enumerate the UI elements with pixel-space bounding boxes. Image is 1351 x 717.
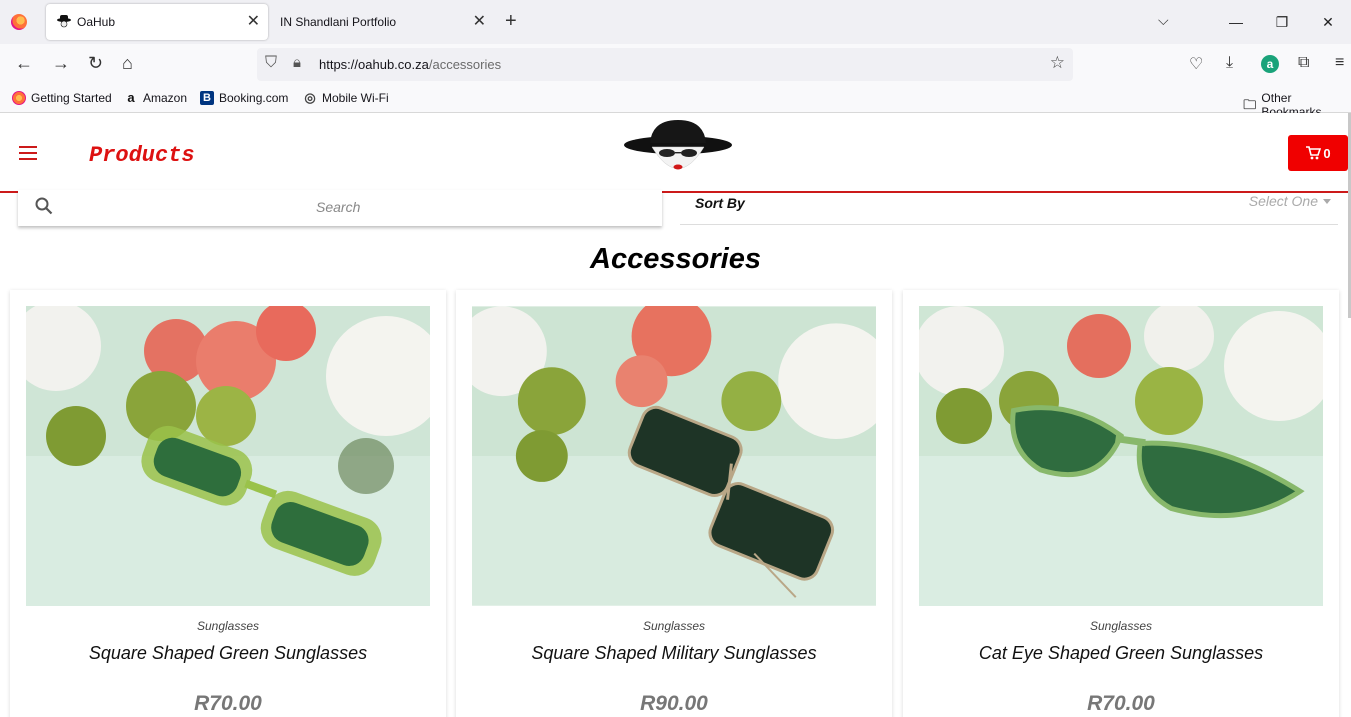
product-card[interactable]: Sunglasses Square Shaped Green Sunglasse… (10, 290, 446, 717)
site-page: Products 0 Search Sort By Select One Acc… (0, 113, 1351, 717)
url-host: https://oahub.co.za (319, 57, 429, 72)
cart-button[interactable]: 0 (1288, 135, 1348, 171)
app-menu-icon[interactable]: ≡ (1335, 54, 1344, 72)
extension-a-icon[interactable]: a (1261, 55, 1279, 73)
product-price: R90.00 (640, 692, 708, 715)
browser-chrome: OaHub ✕ IN Shandlani Portfolio ✕ + ⌵ — ❐… (0, 0, 1351, 119)
globe-icon: ◎ (304, 90, 316, 105)
close-window-icon[interactable]: ✕ (1305, 0, 1351, 44)
brand-title[interactable]: Products (89, 143, 195, 168)
product-name[interactable]: Square Shaped Military Sunglasses (456, 643, 892, 664)
bookmark-label: Getting Started (31, 91, 112, 105)
booking-icon: B (200, 91, 214, 105)
hamburger-menu-icon[interactable] (19, 146, 37, 160)
new-tab-icon[interactable]: + (505, 10, 517, 33)
product-price: R70.00 (1087, 692, 1155, 715)
address-bar[interactable]: ⛉ 🔒︎ https://oahub.co.za/accessories ☆ (257, 48, 1073, 81)
product-price: R70.00 (194, 692, 262, 715)
bookmark-label: Booking.com (219, 91, 289, 105)
forward-arrow-icon[interactable]: → (52, 53, 70, 74)
search-placeholder: Search (316, 199, 361, 215)
home-icon[interactable]: ⌂ (122, 53, 133, 74)
tab-label: OaHub (77, 15, 116, 29)
shield-icon[interactable]: ⛉ (265, 54, 277, 72)
download-icon[interactable]: ⤓ (1226, 54, 1233, 72)
folder-icon: 🗀︎ (1243, 97, 1257, 112)
search-icon (35, 197, 53, 215)
bookmark-mobile-wifi[interactable]: ◎ Mobile Wi-Fi (303, 90, 389, 106)
cart-count: 0 (1323, 145, 1331, 161)
oahub-favicon-icon (57, 15, 71, 28)
product-image[interactable] (26, 306, 430, 606)
sort-control: Sort By Select One (680, 190, 1338, 225)
lock-icon[interactable]: 🔒︎ (293, 54, 301, 71)
search-input[interactable]: Search (18, 190, 662, 226)
amazon-icon: a (127, 90, 135, 105)
firefox-icon (12, 91, 26, 105)
firefox-menu-icon[interactable] (11, 14, 27, 30)
reload-icon[interactable]: ↻ (88, 53, 103, 74)
restore-icon[interactable]: ❐ (1259, 0, 1305, 44)
product-image[interactable] (472, 306, 876, 606)
url-path: /accessories (428, 57, 502, 72)
oahub-logo[interactable] (622, 115, 734, 187)
url-text[interactable]: https://oahub.co.za/accessories (319, 57, 501, 72)
product-card[interactable]: Sunglasses Cat Eye Shaped Green Sunglass… (903, 290, 1339, 717)
tab-strip: OaHub ✕ IN Shandlani Portfolio ✕ + ⌵ — ❐… (0, 0, 1351, 44)
product-category: Sunglasses (196, 619, 260, 633)
product-category: Sunglasses (642, 619, 706, 633)
bookmark-label: Amazon (143, 91, 188, 105)
tab-label: IN Shandlani Portfolio (280, 15, 397, 29)
nav-toolbar: ← → ↻ ⌂ ⛉ 🔒︎ https://oahub.co.za/accesso… (0, 44, 1351, 86)
product-card[interactable]: Sunglasses Square Shaped Military Sungla… (456, 290, 892, 717)
product-name[interactable]: Cat Eye Shaped Green Sunglasses (903, 643, 1339, 664)
site-header: Products 0 (0, 113, 1351, 193)
extensions-puzzle-icon[interactable]: ⧉ (1298, 54, 1309, 72)
sort-label: Sort By (695, 195, 745, 211)
bookmark-label: Mobile Wi-Fi (322, 91, 389, 105)
back-arrow-icon[interactable]: ← (15, 53, 33, 74)
close-tab-icon[interactable]: ✕ (247, 11, 260, 31)
tab-oahub[interactable]: OaHub ✕ (46, 4, 268, 40)
close-tab-icon[interactable]: ✕ (473, 11, 486, 31)
window-controls: — ❐ ✕ (1213, 0, 1351, 44)
minimize-icon[interactable]: — (1213, 0, 1259, 44)
product-name[interactable]: Square Shaped Green Sunglasses (10, 643, 446, 664)
bookmark-amazon[interactable]: a Amazon (124, 90, 188, 106)
pocket-icon[interactable]: ♡ (1189, 54, 1203, 74)
tab-portfolio[interactable]: IN Shandlani Portfolio ✕ (272, 4, 494, 40)
bookmarks-toolbar: Getting Started a Amazon B Booking.com ◎… (0, 86, 1351, 119)
bookmark-getting-started[interactable]: Getting Started (12, 91, 112, 105)
product-image[interactable] (919, 306, 1323, 606)
cart-icon (1306, 146, 1322, 160)
bookmark-booking[interactable]: B Booking.com (200, 91, 288, 105)
page-title: Accessories (590, 243, 761, 275)
sort-select[interactable]: Select One (1249, 193, 1332, 209)
list-all-tabs-icon[interactable]: ⌵ (1158, 12, 1169, 29)
product-category: Sunglasses (1089, 619, 1153, 633)
bookmark-star-icon[interactable]: ☆ (1050, 53, 1065, 73)
